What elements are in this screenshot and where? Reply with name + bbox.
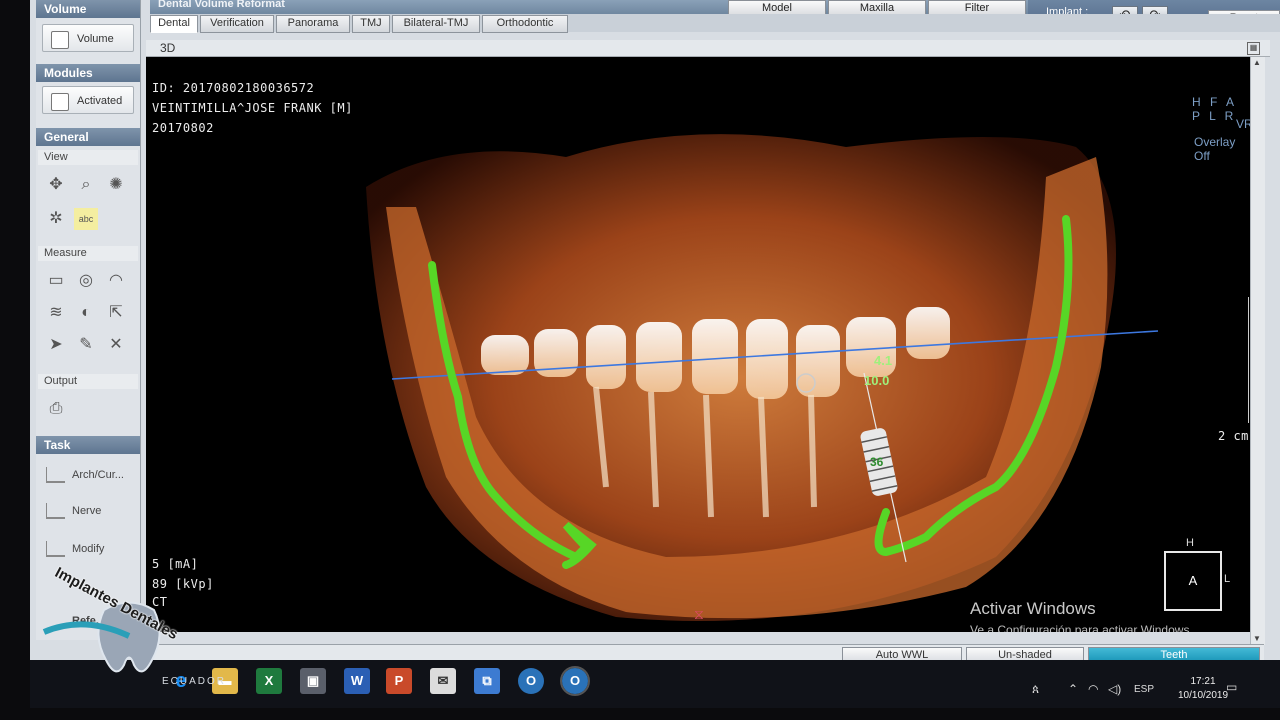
tray-chevron-icon[interactable]: ⌃ [1068, 682, 1078, 696]
delete-icon[interactable]: ✕ [104, 334, 128, 356]
annotation-icon[interactable]: abc [74, 208, 98, 230]
arrow-annotation-icon[interactable]: ⇱ [104, 302, 128, 324]
rotate-icon[interactable]: ✲ [44, 208, 68, 230]
cube-label-top: H [1186, 537, 1194, 549]
modify-label: Modify [72, 543, 105, 555]
scroll-up-icon[interactable]: ▲ [1251, 57, 1263, 69]
tab-bilateral-tmj[interactable]: Bilateral-TMJ [392, 15, 480, 33]
mail-icon[interactable]: ✉ [430, 668, 456, 694]
measure-tools: ▭ ◎ ◠ ≋ ◐ ⇱ ➤ ✎ ✕ [42, 268, 134, 368]
wifi-icon[interactable]: ◠ [1088, 682, 1098, 696]
print-icon[interactable]: ⎙ [44, 398, 68, 420]
overlay-status: Overlay Off [1194, 135, 1236, 163]
notification-icon[interactable]: ▭ [1226, 680, 1237, 694]
general-header[interactable]: General [36, 128, 140, 146]
activated-label: Activated [77, 95, 123, 107]
volume-render: ⧖ [366, 134, 1159, 623]
task-header[interactable]: Task [36, 436, 140, 454]
ondemand-active-icon[interactable]: O [560, 666, 590, 696]
activated-button[interactable]: Activated [42, 86, 134, 114]
implant-tooth-number: 36 [870, 455, 884, 469]
network-app-icon[interactable]: ⧉ [474, 668, 500, 694]
word-icon[interactable]: W [344, 668, 370, 694]
nerve-icon [46, 503, 65, 519]
pan-icon[interactable]: ✥ [44, 174, 68, 196]
nerve-label: Nerve [72, 505, 102, 517]
watermark-subtitle: ECUADOR [162, 676, 227, 687]
watermark-logo: Implantes Dentales ECUADOR [34, 564, 254, 690]
store-icon[interactable]: ▣ [300, 668, 326, 694]
arch-label: Arch/Cur... [72, 469, 124, 481]
clock-time[interactable]: 17:21 [1178, 676, 1228, 687]
powerpoint-icon[interactable]: P [386, 668, 412, 694]
tab-orthodontic[interactable]: Orthodontic [482, 15, 568, 33]
viewport-scrollbar[interactable]: ▲ ▼ [1250, 57, 1265, 645]
language-indicator[interactable]: ESP [1134, 684, 1154, 695]
people-icon[interactable]: ጰ [1032, 682, 1039, 697]
view-tools: ✥ ⌕ ✺ ✲ abc [42, 172, 134, 232]
zoom-icon[interactable]: ⌕ [74, 174, 98, 196]
viewport-header: 3D ▦ [146, 40, 1270, 57]
patient-name: VEINTIMILLA^JOSE FRANK [M] [152, 101, 353, 115]
tube-current: 5 [mA] [152, 557, 199, 571]
ondemand-app-icon[interactable]: O [518, 668, 544, 694]
layout-grid-icon[interactable]: ▦ [1247, 42, 1260, 55]
render-mode: VR [1236, 117, 1250, 131]
study-date: 20170802 [152, 121, 214, 135]
task-modify[interactable]: Modify [42, 534, 134, 564]
arch-icon [46, 467, 65, 483]
measure-subheader: Measure [38, 246, 138, 261]
activate-windows-subtitle: Ve a Configuración para activar Windows. [970, 623, 1193, 632]
viewport-label: 3D [160, 41, 176, 55]
modules-icon [51, 93, 69, 111]
angle-icon[interactable]: ◠ [104, 270, 128, 292]
activate-windows-title: Activar Windows [970, 599, 1096, 618]
tab-tmj[interactable]: TMJ [352, 15, 390, 33]
profile-icon[interactable]: ≋ [44, 302, 68, 324]
output-subheader: Output [38, 374, 138, 389]
implant-length: 10.0 [864, 373, 890, 388]
orientation-cube[interactable]: A [1164, 551, 1222, 611]
viewport-3d[interactable]: ⧖ ID: 20170802180036572 VEINTIMILLA^JOSE… [146, 57, 1250, 632]
tab-panorama[interactable]: Panorama [276, 15, 350, 33]
tab-dental[interactable]: Dental [150, 15, 198, 33]
marker-glyph: ⧖ [694, 607, 704, 623]
volume-icon-tray[interactable]: ◁) [1108, 682, 1121, 696]
volume-button-label: Volume [77, 33, 114, 45]
left-panel: Volume Volume Modules Activated General … [36, 0, 141, 640]
task-arch-curve[interactable]: Arch/Cur... [42, 460, 134, 490]
implant-diameter: 4.1 [874, 353, 893, 368]
window-title: Dental Volume Reformat [158, 0, 285, 10]
scale-label: 2 cm [1218, 429, 1249, 443]
view-subheader: View [38, 150, 138, 165]
patient-id: ID: 20170802180036572 [152, 81, 315, 95]
ellipse-icon[interactable]: ◐ [74, 302, 98, 324]
volume-measure-icon[interactable]: ◎ [74, 270, 98, 292]
ruler-icon[interactable]: ▭ [44, 270, 68, 292]
tab-strip: Dental Verification Panorama TMJ Bilater… [150, 14, 1280, 33]
brightness-icon[interactable]: ✺ [104, 174, 128, 196]
volume-header[interactable]: Volume [36, 0, 140, 18]
pointer-icon[interactable]: ➤ [44, 334, 68, 356]
volume-button[interactable]: Volume [42, 24, 134, 52]
tooth-logo-icon [42, 601, 161, 673]
tab-verification[interactable]: Verification [200, 15, 274, 33]
scale-bar [1242, 297, 1249, 423]
clock-date[interactable]: 10/10/2019 [1178, 690, 1228, 701]
excel-icon[interactable]: X [256, 668, 282, 694]
modules-header[interactable]: Modules [36, 64, 140, 82]
modify-icon [46, 541, 65, 557]
volume-icon [51, 31, 69, 49]
task-nerve[interactable]: Nerve [42, 496, 134, 526]
cube-label-right: L [1224, 573, 1231, 585]
eraser-icon[interactable]: ✎ [74, 334, 98, 356]
